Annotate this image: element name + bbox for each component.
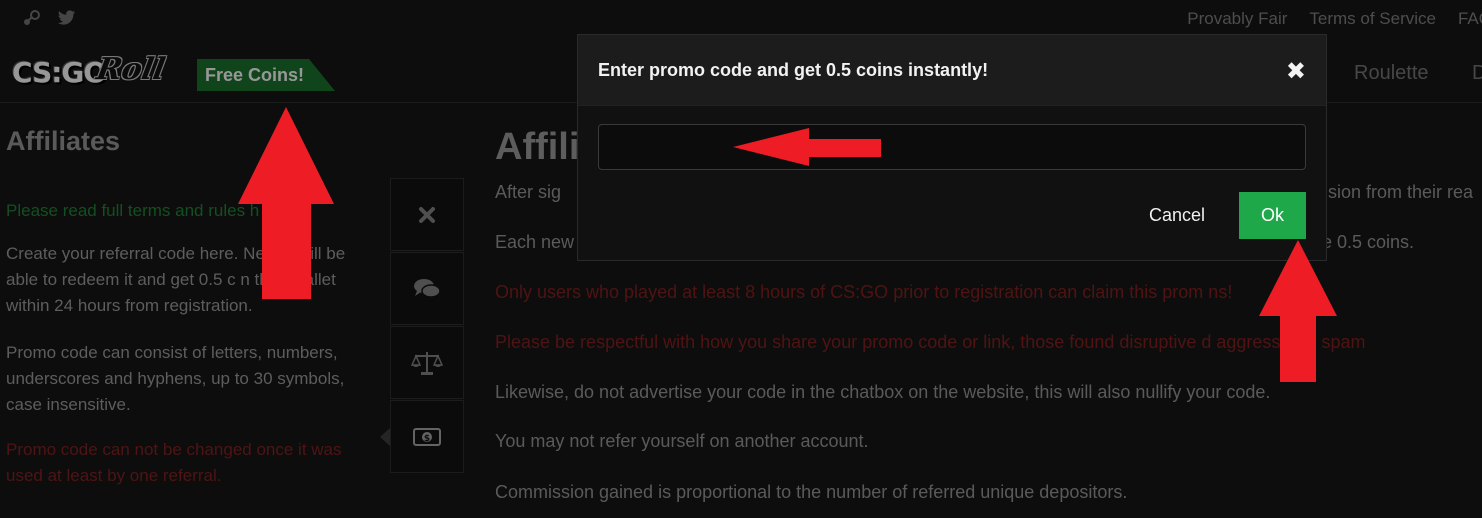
annotation-arrow-up-ok [1259, 240, 1337, 382]
annotation-arrow-up-free-coins [238, 107, 334, 299]
cancel-button[interactable]: Cancel [1132, 192, 1222, 239]
ok-button[interactable]: Ok [1239, 192, 1306, 239]
modal-header: Enter promo code and get 0.5 coins insta… [578, 35, 1326, 106]
modal-title: Enter promo code and get 0.5 coins insta… [598, 60, 989, 80]
annotation-arrow-left-input [733, 128, 881, 166]
modal-close-icon[interactable]: ✖ [1286, 57, 1306, 86]
promo-code-input[interactable] [598, 124, 1306, 170]
promo-modal: Enter promo code and get 0.5 coins insta… [577, 34, 1327, 261]
